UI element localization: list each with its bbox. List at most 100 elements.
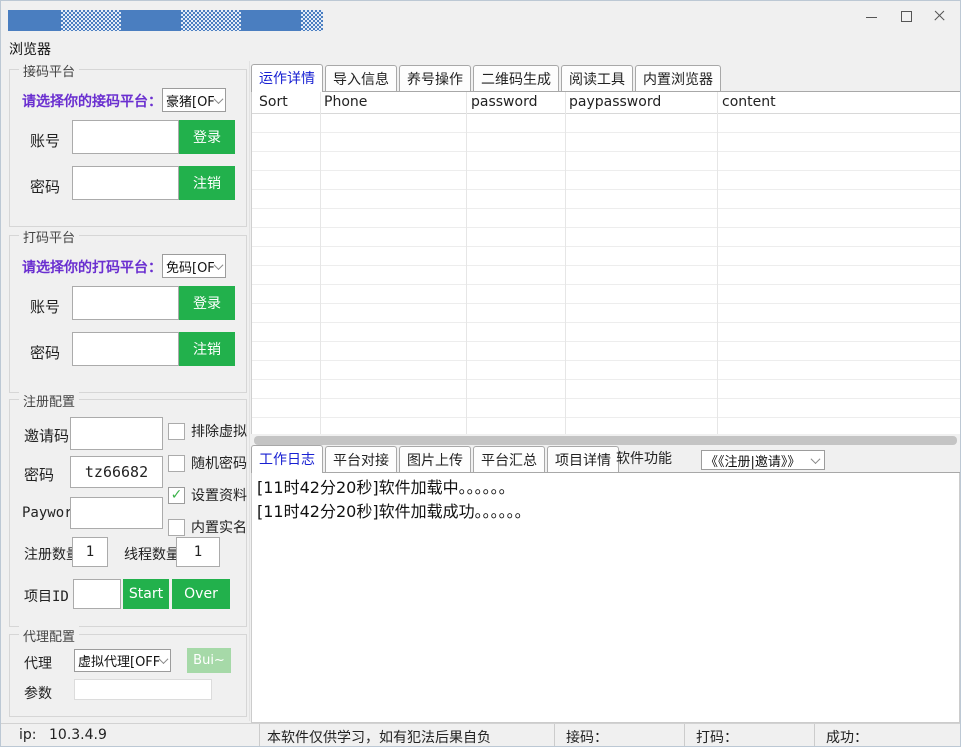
table-row — [252, 342, 961, 361]
group-title: 接码平台 — [19, 61, 79, 80]
tab-run-details[interactable]: 运作详情 — [251, 64, 323, 92]
tab-reading-tools[interactable]: 阅读工具 — [561, 65, 633, 91]
title-bar — [1, 1, 960, 35]
table-row — [252, 266, 961, 285]
start-button[interactable]: Start — [123, 579, 169, 609]
checkbox-icon: ✓ — [168, 487, 185, 504]
maximize-icon[interactable] — [900, 10, 912, 22]
captcha-account-input[interactable] — [72, 286, 179, 320]
proxy-select-value: 虚拟代理[OFF — [78, 651, 160, 670]
mode-select[interactable]: 《《注册|邀请》》 — [701, 450, 825, 470]
status-divider — [259, 724, 260, 747]
captcha-count-label: 打码： — [696, 727, 738, 747]
project-id-input[interactable] — [73, 579, 121, 609]
column-header-sort: Sort — [259, 94, 288, 110]
minimize-icon[interactable] — [866, 10, 878, 22]
log-line: [11时42分20秒]软件加载中。。。。。。 — [257, 476, 954, 500]
receive-platform-select[interactable]: 豪猪[OF — [162, 88, 226, 112]
tab-account-ops[interactable]: 养号操作 — [399, 65, 471, 91]
tab-platform-summary[interactable]: 平台汇总 — [473, 446, 545, 472]
success-count-label: 成功： — [826, 727, 868, 747]
captcha-platform-select-label: 请选择你的打码平台： — [22, 257, 162, 277]
captcha-login-button[interactable]: 登录 — [179, 286, 235, 320]
chevron-down-icon — [213, 260, 223, 270]
status-divider — [554, 724, 555, 747]
password-label: 密码 — [30, 176, 60, 197]
checkbox-set-profile[interactable]: ✓ 设置资料 — [168, 485, 247, 505]
table-row — [252, 209, 961, 228]
window-controls — [866, 7, 946, 25]
status-bar: ip: 10.3.4.9 本软件仅供学习，如有犯法后果自负 接码： 打码： 成功… — [1, 723, 961, 747]
checkbox-icon — [168, 423, 185, 440]
stripe-segment — [181, 10, 241, 31]
receive-logout-button[interactable]: 注销 — [179, 166, 235, 200]
column-header-paypassword: paypassword — [569, 94, 661, 110]
checkbox-label: 内置实名 — [191, 517, 247, 537]
register-count-input[interactable] — [72, 537, 108, 567]
table-header: Sort Phone password paypassword content — [252, 92, 961, 114]
password-label: 密码 — [30, 342, 60, 363]
tab-platform-link[interactable]: 平台对接 — [325, 446, 397, 472]
scrollbar-thumb[interactable] — [254, 436, 957, 445]
stripe-segment — [301, 10, 323, 31]
captcha-platform-select[interactable]: 免码[OF — [162, 254, 226, 278]
tab-work-log[interactable]: 工作日志 — [251, 445, 323, 473]
column-divider — [320, 92, 321, 434]
proxy-label: 代理 — [24, 653, 52, 673]
param-input[interactable] — [74, 679, 212, 700]
group-title: 注册配置 — [19, 391, 79, 410]
column-divider — [466, 92, 467, 434]
over-button[interactable]: Over — [172, 579, 230, 609]
stripe-segment — [61, 10, 121, 31]
receive-platform-select-value: 豪猪[OF — [166, 91, 215, 110]
receive-login-button[interactable]: 登录 — [179, 120, 235, 154]
table-row — [252, 399, 961, 418]
log-tab-bar: 工作日志 平台对接 图片上传 平台汇总 项目详情 软件功能 《《注册|邀请》》 — [251, 449, 961, 473]
ip-value: 10.3.4.9 — [49, 727, 107, 743]
table-row — [252, 152, 961, 171]
group-proxy-config: 代理配置 代理 虚拟代理[OFF Bui~ 参数 — [9, 634, 247, 717]
table-row — [252, 247, 961, 266]
param-label: 参数 — [24, 683, 52, 703]
group-captcha-platform: 打码平台 请选择你的打码平台： 免码[OF 账号 登录 密码 注销 — [9, 235, 247, 393]
proxy-select[interactable]: 虚拟代理[OFF — [74, 649, 171, 672]
checkbox-icon — [168, 455, 185, 472]
checkbox-random-password[interactable]: 随机密码 — [168, 453, 247, 473]
payword-input[interactable] — [70, 497, 163, 529]
tab-import-info[interactable]: 导入信息 — [325, 65, 397, 91]
register-password-label: 密码 — [24, 464, 54, 485]
log-line: [11时42分20秒]软件加载成功。。。。。。 — [257, 500, 954, 524]
chevron-down-icon — [811, 454, 821, 464]
panel-divider — [249, 61, 250, 721]
table-row — [252, 171, 961, 190]
register-password-input[interactable] — [70, 456, 163, 488]
account-label: 账号 — [30, 130, 60, 151]
progress-stripes — [8, 10, 323, 31]
checkbox-exclude-virtual[interactable]: 排除虚拟 — [168, 421, 247, 441]
disclaimer-text: 本软件仅供学习，如有犯法后果自负 — [267, 727, 491, 747]
group-title: 打码平台 — [19, 227, 79, 246]
software-features-label: 软件功能 — [616, 448, 672, 468]
receive-password-input[interactable] — [72, 166, 179, 200]
checkbox-label: 排除虚拟 — [191, 421, 247, 441]
checkbox-icon — [168, 519, 185, 536]
checkbox-builtin-realname[interactable]: 内置实名 — [168, 517, 247, 537]
status-divider — [814, 724, 815, 747]
build-button[interactable]: Bui~ — [187, 648, 231, 673]
tab-qrcode-gen[interactable]: 二维码生成 — [473, 65, 559, 91]
invite-code-input[interactable] — [70, 417, 163, 450]
receive-account-input[interactable] — [72, 120, 179, 154]
tab-builtin-browser[interactable]: 内置浏览器 — [635, 65, 721, 91]
close-icon[interactable] — [934, 10, 946, 22]
work-log: [11时42分20秒]软件加载中。。。。。。[11时42分20秒]软件加载成功。… — [251, 473, 960, 723]
table-row — [252, 304, 961, 323]
captcha-logout-button[interactable]: 注销 — [179, 332, 235, 366]
captcha-password-input[interactable] — [72, 332, 179, 366]
table-row — [252, 133, 961, 152]
tab-image-upload[interactable]: 图片上传 — [399, 446, 471, 472]
thread-count-input[interactable] — [176, 537, 220, 567]
tab-project-details[interactable]: 项目详情 — [547, 446, 619, 472]
table-row — [252, 114, 961, 133]
chevron-down-icon — [159, 654, 169, 664]
project-id-label: 项目ID — [24, 586, 69, 606]
